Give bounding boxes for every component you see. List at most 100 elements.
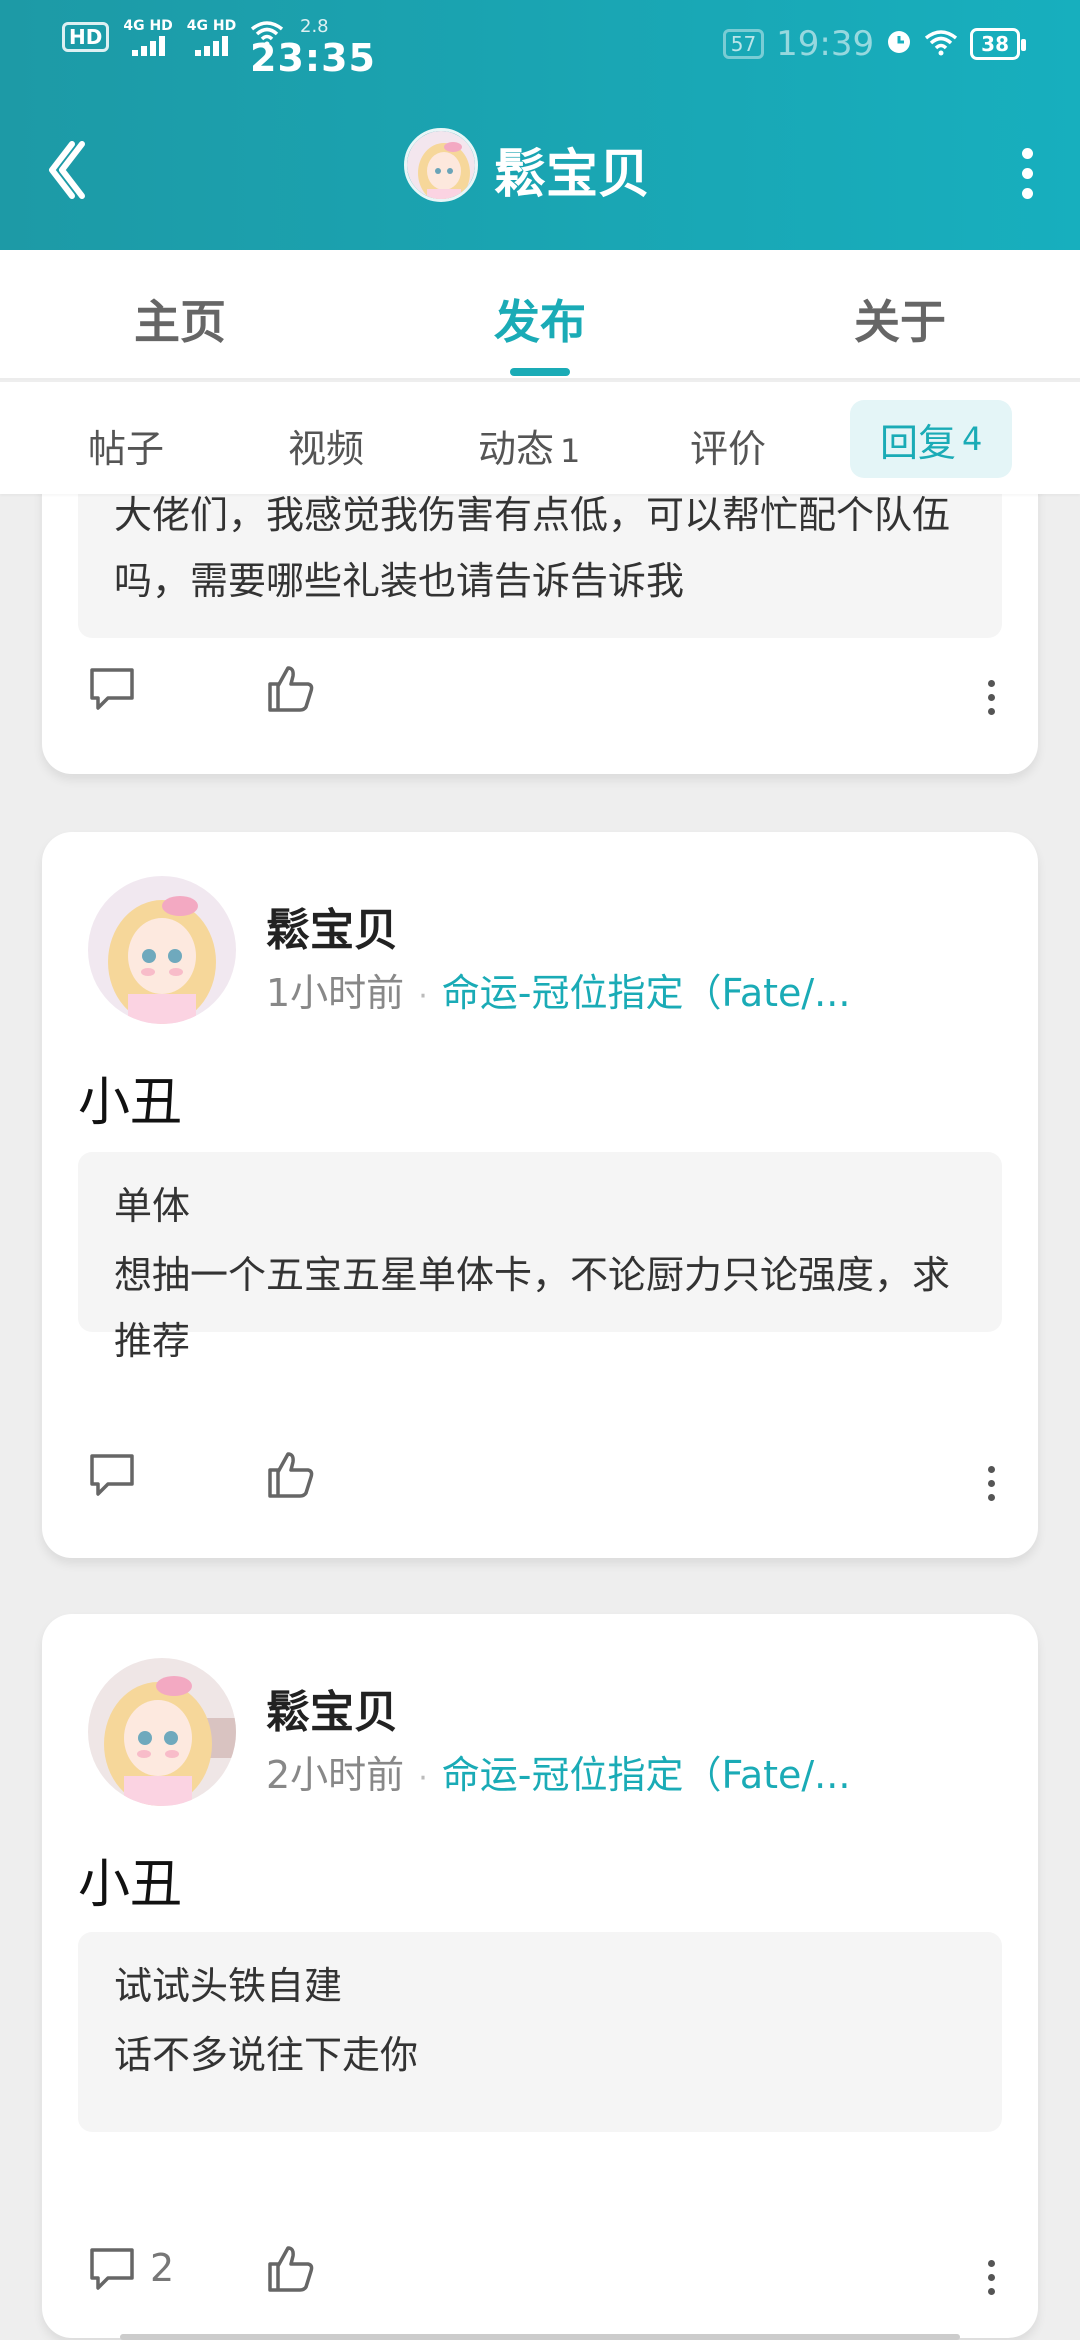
dot-icon (987, 2259, 995, 2267)
dot-icon (987, 1493, 995, 1501)
post-title[interactable]: 小丑 (78, 1842, 182, 1917)
subtab-count: 4 (962, 420, 983, 458)
dot-icon (987, 2273, 995, 2281)
subtab-label: 帖子 (88, 427, 165, 471)
net-speed: 2.8 (300, 16, 329, 37)
wifi-icon (924, 28, 958, 60)
status-bar: HD 4G HD 4G HD 2.8 23:35 57 19:39 38 (0, 0, 1080, 90)
post-actions: 2 (86, 2242, 1006, 2312)
dot-icon (987, 693, 995, 701)
post-more-button[interactable] (976, 1458, 1006, 1508)
top-tab-bar: 主页 发布 关于 (0, 250, 1080, 380)
like-button[interactable] (264, 1448, 318, 1506)
dot-icon (987, 1465, 995, 1473)
subtab-reviews[interactable]: 评价 (690, 418, 766, 473)
post-more-button[interactable] (976, 2252, 1006, 2302)
dot-icon (1021, 147, 1033, 159)
post-meta: 2小时前 · 命运-冠位指定（Fate/... (266, 1744, 850, 1799)
post-meta: 1小时前 · 命运-冠位指定（Fate/... (266, 962, 850, 1017)
status-right: 57 19:39 38 (722, 24, 1026, 64)
thumbs-up-icon (268, 1452, 314, 1498)
dot-icon (987, 707, 995, 715)
signal-bars-icon (195, 34, 229, 56)
post-more-button[interactable] (976, 672, 1006, 722)
anime-girl-avatar-icon (407, 131, 475, 199)
alarm-icon (886, 29, 912, 59)
tab-about[interactable]: 关于 (780, 286, 1020, 352)
tab-indicator (510, 368, 570, 376)
comment-icon (90, 668, 134, 710)
quote-body: 想抽一个五宝五星单体卡，不论厨力只论强度，求推荐 (114, 1253, 951, 1363)
comment-icon (90, 2248, 134, 2290)
tab-home[interactable]: 主页 (60, 286, 300, 352)
dot-icon (987, 2287, 995, 2295)
quote-body: 大佬们，我感觉我伤害有点低，可以帮忙配个队伍吗，需要哪些礼装也请告诉告诉我 (114, 494, 951, 603)
comment-count: 2 (150, 2246, 175, 2290)
header-avatar[interactable] (404, 128, 478, 202)
like-button[interactable] (264, 2242, 318, 2300)
tab-publish[interactable]: 发布 (420, 286, 660, 352)
subtab-moments[interactable]: 动态 1 (478, 418, 580, 473)
status-time: 23:35 (250, 36, 376, 80)
subtab-replies[interactable]: 回复 4 (850, 400, 1013, 478)
quote-box[interactable]: 试试头铁自建 话不多说往下走你 (78, 1932, 1002, 2132)
scroll-indicator (120, 2334, 960, 2340)
quote-title: 试试头铁自建 (114, 1964, 343, 2008)
quote-box[interactable]: 单体 想抽一个五宝五星单体卡，不论厨力只论强度，求推荐 (78, 1152, 1002, 1363)
dot-icon (987, 1479, 995, 1487)
subtab-label: 评价 (690, 427, 767, 471)
quote-box: 大佬们，我感觉我伤害有点低，可以帮忙配个队伍吗，需要哪些礼装也请告诉告诉我 (78, 494, 1002, 638)
subtab-label: 视频 (288, 427, 365, 471)
subtab-label: 回复 (880, 420, 957, 465)
subtab-posts[interactable]: 帖子 (88, 418, 164, 473)
separator-dot: · (418, 1761, 428, 1796)
like-button[interactable] (264, 662, 318, 720)
sub-tab-bar: 帖子 视频 动态 1 评价 回复 4 (0, 382, 1080, 494)
reply-feed: 大佬们，我感觉我伤害有点低，可以帮忙配个队伍吗，需要哪些礼装也请告诉告诉我 鬆宝… (0, 494, 1080, 2340)
thumbs-up-icon (268, 666, 314, 712)
anime-girl-avatar-icon (88, 1658, 236, 1806)
game-link[interactable]: 命运-冠位指定（Fate/... (442, 1753, 851, 1797)
sim1-signal: 4G HD (123, 18, 173, 56)
signal-bars-icon (131, 34, 165, 56)
sim2-signal: 4G HD (187, 18, 236, 56)
subtab-videos[interactable]: 视频 (288, 418, 364, 473)
dot-icon (987, 679, 995, 687)
battery-icon: 38 (970, 28, 1026, 60)
chevron-left-icon (49, 141, 85, 199)
author-avatar[interactable] (88, 876, 236, 1024)
comment-button[interactable] (86, 662, 150, 714)
post-time: 1小时前 (266, 971, 405, 1015)
author-avatar[interactable] (88, 1658, 236, 1806)
comment-icon (90, 1454, 134, 1496)
quote-title: 单体 (114, 1184, 191, 1228)
post-actions (86, 662, 1006, 732)
app-header: HD 4G HD 4G HD 2.8 23:35 57 19:39 38 鬆宝贝 (0, 0, 1080, 250)
more-menu-button[interactable] (1002, 138, 1052, 208)
hd-badge: HD (62, 22, 110, 52)
post-card[interactable]: 大佬们，我感觉我伤害有点低，可以帮忙配个队伍吗，需要哪些礼装也请告诉告诉我 (42, 494, 1038, 774)
post-title[interactable]: 小丑 (78, 1060, 182, 1135)
sim2-label: 4G HD (186, 18, 237, 34)
post-card[interactable]: 鬆宝贝 1小时前 · 命运-冠位指定（Fate/... 小丑 单体 想抽一个五宝五星… (42, 832, 1038, 1558)
back-button[interactable] (36, 130, 96, 210)
comment-button[interactable]: 2 (86, 2242, 174, 2294)
post-card[interactable]: 鬆宝贝 2小时前 · 命运-冠位指定（Fate/... 小丑 试试头铁自建 话不多说… (42, 1614, 1038, 2338)
ghost-time: 19:39 (776, 24, 875, 64)
anime-girl-avatar-icon (88, 876, 236, 1024)
comment-button[interactable] (86, 1448, 150, 1500)
post-time: 2小时前 (266, 1753, 405, 1797)
subtab-count: 1 (560, 432, 581, 470)
dot-icon (1021, 167, 1033, 179)
notification-count: 57 (722, 29, 765, 59)
game-link[interactable]: 命运-冠位指定（Fate/... (442, 971, 851, 1015)
sim1-label: 4G HD (123, 18, 173, 34)
page-title: 鬆宝贝 (494, 145, 651, 205)
author-name[interactable]: 鬆宝贝 (266, 1676, 398, 1740)
author-name[interactable]: 鬆宝贝 (266, 894, 398, 958)
thumbs-up-icon (268, 2246, 314, 2292)
subtab-label: 动态 (478, 427, 555, 471)
quote-body: 话不多说往下走你 (114, 2033, 419, 2077)
separator-dot: · (418, 979, 428, 1014)
post-actions (86, 1448, 1006, 1518)
